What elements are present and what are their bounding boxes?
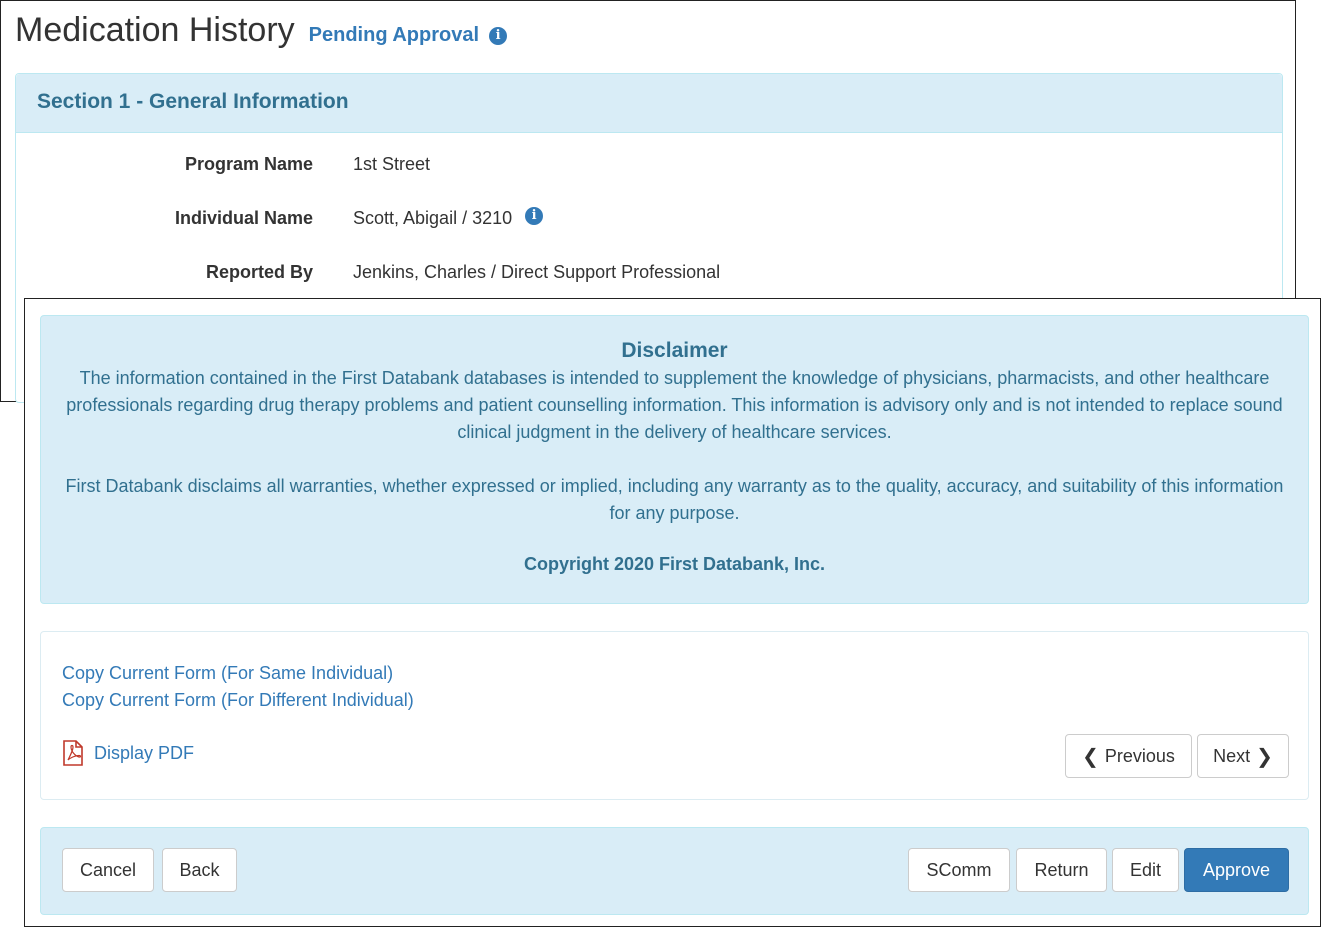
page-header: Medication History Pending Approval i xyxy=(15,11,508,50)
info-circle-icon[interactable]: i xyxy=(489,27,508,45)
return-button[interactable]: Return xyxy=(1016,848,1107,892)
reported-by-label: Reported By xyxy=(205,262,313,282)
individual-name-value: Scott, Abigail / 3210 i xyxy=(353,207,544,229)
copy-same-individual-link[interactable]: Copy Current Form (For Same Individual) xyxy=(62,663,393,684)
disclaimer-panel: Disclaimer The information contained in … xyxy=(40,315,1309,604)
form-links-panel: Copy Current Form (For Same Individual) … xyxy=(40,631,1309,800)
disclaimer-paragraph-2: First Databank disclaims all warranties,… xyxy=(65,476,1284,523)
edit-button[interactable]: Edit xyxy=(1112,848,1179,892)
display-pdf-label: Display PDF xyxy=(94,742,195,763)
previous-button[interactable]: ❮ Previous xyxy=(1065,734,1192,778)
disclaimer-title: Disclaimer xyxy=(621,339,728,362)
back-button[interactable]: Back xyxy=(162,848,237,892)
reported-by-value: Jenkins, Charles / Direct Support Profes… xyxy=(353,262,721,282)
individual-name-text: Scott, Abigail / 3210 xyxy=(353,208,513,228)
section-heading: Section 1 - General Information xyxy=(16,74,1282,133)
next-button-label: Next xyxy=(1213,745,1251,766)
pdf-file-icon xyxy=(63,740,83,766)
action-bar: Cancel Back SComm Return Edit Approve xyxy=(40,827,1309,915)
program-name-label: Program Name xyxy=(184,154,313,174)
display-pdf-link[interactable]: Display PDF xyxy=(62,740,194,766)
disclaimer-copyright: Copyright 2020 First Databank, Inc. xyxy=(523,554,826,574)
page-title: Medication History xyxy=(15,11,295,49)
status-badge: Pending Approval xyxy=(308,24,480,46)
foreground-form-window: Disclaimer The information contained in … xyxy=(24,298,1321,927)
previous-button-label: Previous xyxy=(1104,745,1175,766)
chevron-right-icon: ❯ xyxy=(1256,745,1273,768)
individual-name-label: Individual Name xyxy=(174,208,313,228)
next-button[interactable]: Next ❯ xyxy=(1197,734,1289,778)
scomm-button[interactable]: SComm xyxy=(908,848,1010,892)
chevron-left-icon: ❮ xyxy=(1082,745,1099,768)
individual-info-icon[interactable]: i xyxy=(525,207,544,226)
program-name-value: 1st Street xyxy=(353,154,431,174)
cancel-button[interactable]: Cancel xyxy=(62,848,154,892)
disclaimer-paragraph-1: The information contained in the First D… xyxy=(66,368,1283,442)
approve-button[interactable]: Approve xyxy=(1184,848,1289,892)
copy-different-individual-link[interactable]: Copy Current Form (For Different Individ… xyxy=(62,690,414,711)
